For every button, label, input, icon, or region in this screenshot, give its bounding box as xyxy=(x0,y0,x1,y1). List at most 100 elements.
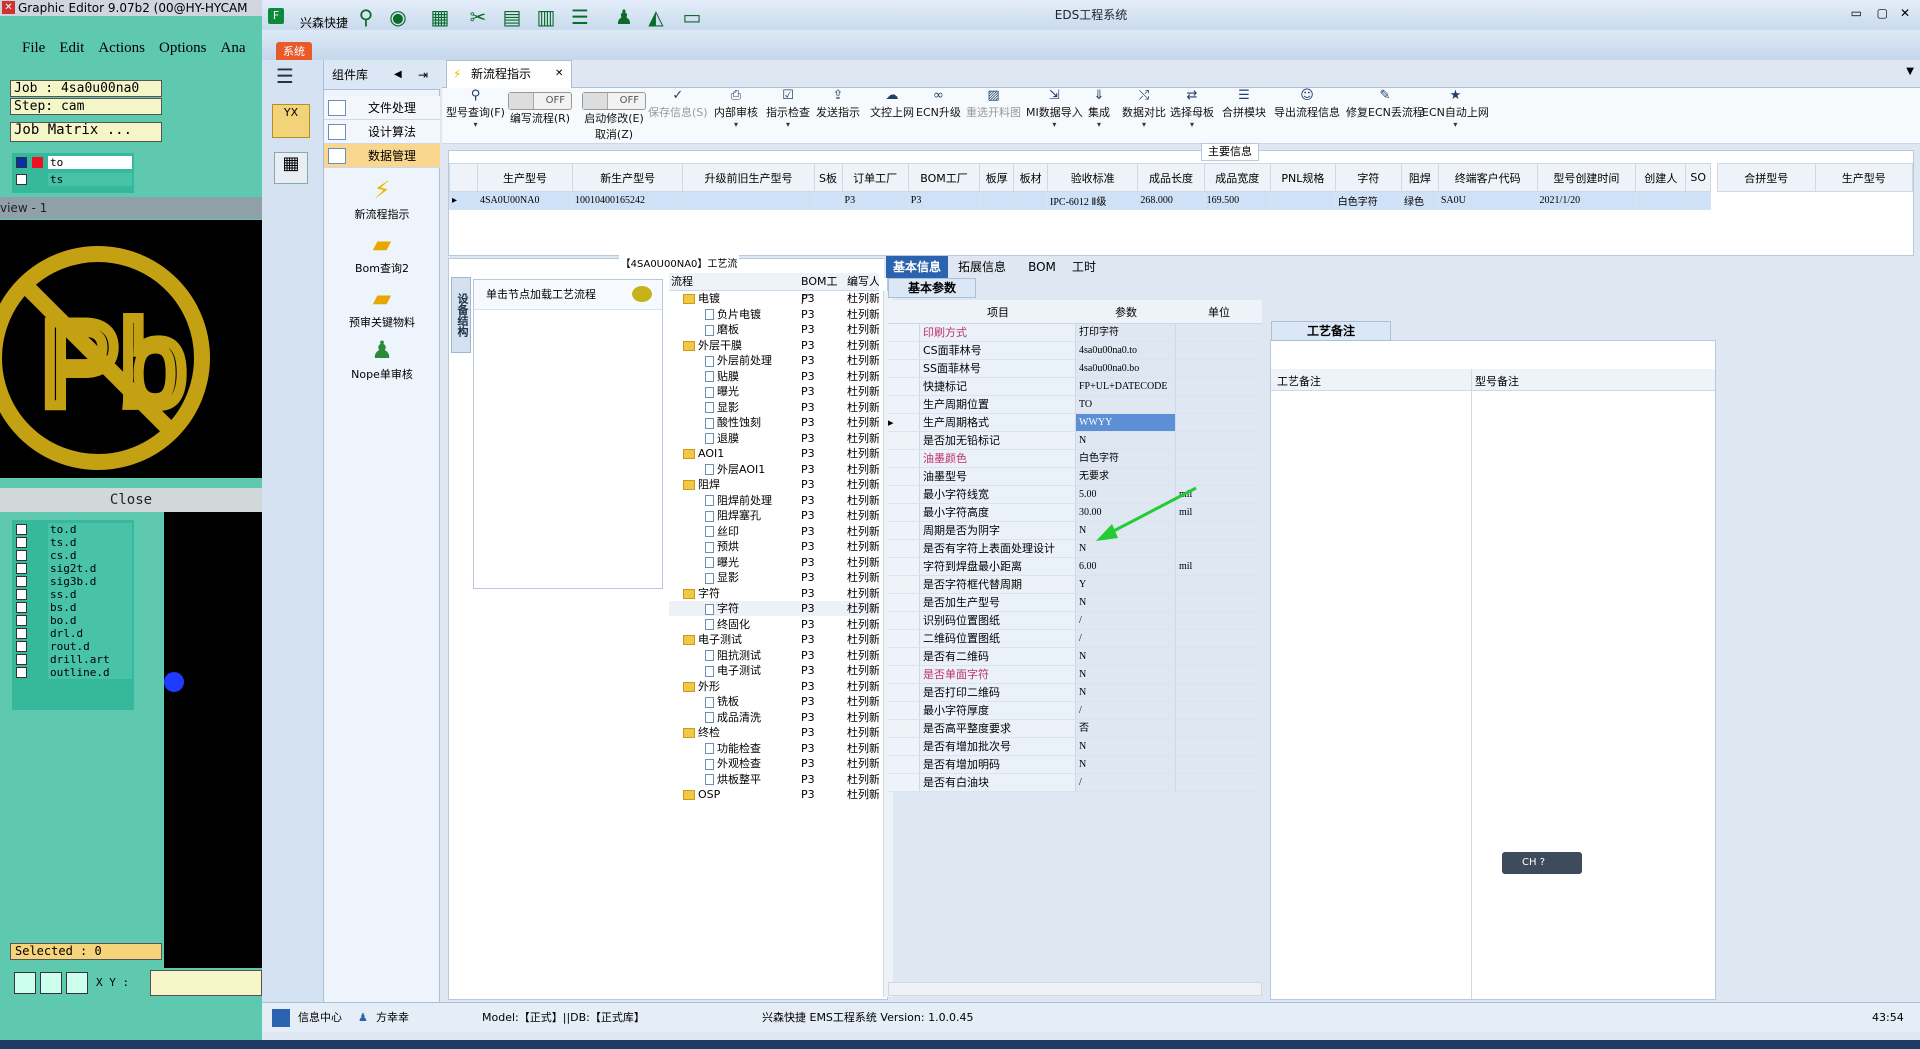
tree-row[interactable]: 电子测试P3杜列新已编 xyxy=(669,632,879,647)
param-value[interactable]: N xyxy=(1076,738,1176,756)
param-row[interactable]: 是否有增加明码 N xyxy=(888,756,1262,774)
ribbon-button[interactable]: ☁ 文控上网 xyxy=(870,88,914,120)
param-value[interactable]: / xyxy=(1076,612,1176,630)
tree-row[interactable]: 终固化P3杜列新方幸幸已上 xyxy=(669,617,879,632)
param-value[interactable]: / xyxy=(1076,774,1176,792)
param-value[interactable]: / xyxy=(1076,630,1176,648)
param-value[interactable]: 4sa0u00na0.bo xyxy=(1076,360,1176,378)
param-value[interactable]: N xyxy=(1076,594,1176,612)
tree-row[interactable]: 显影P3杜列新方幸幸已上 xyxy=(669,570,879,585)
maximize-icon[interactable]: ▢ xyxy=(1877,6,1888,20)
param-row[interactable]: 识别码位置图纸 / xyxy=(888,612,1262,630)
tree-row[interactable]: 负片电镀P3杜列新方幸幸已上 xyxy=(669,307,879,322)
tree-row[interactable]: 阻抗测试P3杜列新方幸幸已上 xyxy=(669,648,879,663)
pin-icon[interactable]: ⇥ xyxy=(418,60,428,90)
param-row[interactable]: 是否字符框代替周期 Y xyxy=(888,576,1262,594)
node-load-box[interactable]: 单击节点加载工艺流程 xyxy=(473,279,663,589)
zoom-tool-icon[interactable] xyxy=(14,972,36,994)
close-icon[interactable]: ✕ xyxy=(1900,6,1910,20)
param-value[interactable]: N xyxy=(1076,432,1176,450)
ge-menu-analysis[interactable]: Ana xyxy=(221,34,246,62)
param-value[interactable]: 否 xyxy=(1076,720,1176,738)
minimize-icon[interactable]: ▭ xyxy=(1851,6,1862,20)
param-row[interactable]: 最小字符厚度 / xyxy=(888,702,1262,720)
tree-row[interactable]: 阻焊前处理P3杜列新方幸幸已上 xyxy=(669,493,879,508)
param-value[interactable]: WWYY xyxy=(1076,414,1176,432)
param-row[interactable]: 是否高平整度要求否 xyxy=(888,720,1262,738)
param-value[interactable]: N xyxy=(1076,684,1176,702)
tab-new-flow[interactable]: ⚡ 新流程指示 ✕ xyxy=(446,60,572,88)
param-row[interactable]: 是否有字符上表面处理设计 N xyxy=(888,540,1262,558)
tree-row[interactable]: 显影P3杜列新方幸幸已上 xyxy=(669,400,879,415)
param-horizontal-scrollbar[interactable] xyxy=(888,982,1262,996)
basic-tab[interactable]: BOM xyxy=(1024,256,1060,278)
param-row[interactable]: SS面菲林号 4sa0u00na0.bo xyxy=(888,360,1262,378)
checkbox[interactable] xyxy=(16,615,27,626)
checkbox[interactable] xyxy=(16,563,27,574)
checkbox[interactable] xyxy=(16,576,27,587)
ribbon-button[interactable]: ∞ ECN升级 xyxy=(916,88,961,120)
param-row[interactable]: 油墨颜色 白色字符 xyxy=(888,450,1262,468)
param-row[interactable]: 最小字符高度 30.00 mil xyxy=(888,504,1262,522)
calculator-icon[interactable]: ▦ xyxy=(274,152,308,184)
param-value[interactable]: / xyxy=(1076,702,1176,720)
ribbon-button[interactable]: ✎ 修复ECN丢流程 xyxy=(1346,88,1424,120)
param-row[interactable]: 是否加生产型号 N xyxy=(888,594,1262,612)
checkbox[interactable] xyxy=(16,589,27,600)
tree-row[interactable]: 铣板P3杜列新已编 xyxy=(669,694,879,709)
module-design-algorithm[interactable]: 设计算法 xyxy=(324,120,440,144)
ribbon-button[interactable]: ⤭ 数据对比 ▾ xyxy=(1122,88,1166,130)
basic-tab[interactable]: 基本信息 xyxy=(886,256,948,278)
module-new-flow[interactable]: ⚡ 新流程指示 xyxy=(324,176,440,222)
param-row[interactable]: 最小字符线宽5.00mil xyxy=(888,486,1262,504)
ribbon-button[interactable]: ☰ 合拼模块 xyxy=(1222,88,1266,120)
param-row[interactable]: 周期是否为阴字 N xyxy=(888,522,1262,540)
factory-icon[interactable]: YX xyxy=(272,104,310,138)
param-value[interactable]: 4sa0u00na0.to xyxy=(1076,342,1176,360)
module-pre-review[interactable]: ▰ 预审关键物料 xyxy=(324,284,440,330)
tree-row[interactable]: 阻焊塞孔P3杜列新方幸幸已上 xyxy=(669,508,879,523)
tree-row[interactable]: 外形P3杜列新已编 xyxy=(669,679,879,694)
ge-job-matrix-button[interactable]: Job Matrix ... xyxy=(10,122,162,142)
tree-row[interactable]: 字符P3杜列新方幸幸已上 xyxy=(669,601,879,616)
param-row[interactable]: 是否有增加批次号 N xyxy=(888,738,1262,756)
param-row[interactable]: 是否有二维码 N xyxy=(888,648,1262,666)
ribbon-button[interactable]: ⇓ 集成 ▾ xyxy=(1088,88,1110,130)
tree-row[interactable]: 外层干膜P3杜列新方幸幸已上 xyxy=(669,338,879,353)
module-file-processing[interactable]: 文件处理 xyxy=(324,96,440,120)
ge-preview-close-button[interactable]: Close xyxy=(0,488,262,512)
param-row[interactable]: 油墨型号 无要求 xyxy=(888,468,1262,486)
tree-row[interactable]: OSPP3杜列新方幸幸已上 xyxy=(669,787,879,802)
ribbon-button[interactable]: ⚲ 型号查询(F) ▾ xyxy=(446,88,505,130)
module-data-management[interactable]: 数据管理 xyxy=(324,144,440,168)
ge-layer-row[interactable]: outline.d xyxy=(12,665,134,680)
hamburger-icon[interactable]: ☰ xyxy=(276,64,294,88)
ribbon-button[interactable]: OFF 启动修改(E) 取消(Z) xyxy=(582,88,646,142)
ribbon-button[interactable]: ☑ 指示检查 ▾ xyxy=(766,88,810,130)
checkbox[interactable] xyxy=(16,641,27,652)
tree-row[interactable]: AOI1P3杜列新方幸幸已上 xyxy=(669,446,879,461)
param-row[interactable]: 印刷方式 打印字符 xyxy=(888,324,1262,342)
ge-close-icon[interactable]: ✕ xyxy=(2,1,15,14)
tree-row[interactable]: 酸性蚀刻P3杜列新方幸幸已上 xyxy=(669,415,879,430)
checkbox[interactable] xyxy=(16,537,27,548)
checkbox[interactable] xyxy=(16,550,27,561)
tree-row[interactable]: 功能检查P3杜列新方幸幸已上 xyxy=(669,741,879,756)
tree-row[interactable]: 外层前处理P3杜列新方幸幸已上 xyxy=(669,353,879,368)
param-value[interactable]: N xyxy=(1076,648,1176,666)
module-nope-review[interactable]: ♟ Nope单审核 xyxy=(324,336,440,382)
checkbox[interactable] xyxy=(16,628,27,639)
ge-menu-file[interactable]: File xyxy=(22,34,45,62)
param-value[interactable]: TO xyxy=(1076,396,1176,414)
checkbox[interactable] xyxy=(16,667,27,678)
module-bom-query[interactable]: ▰ Bom查询2 xyxy=(324,230,440,276)
tree-row[interactable]: 外层AOI1P3杜列新方幸幸已上 xyxy=(669,462,879,477)
info-center[interactable]: 信息中心 xyxy=(298,1003,342,1033)
tree-row[interactable]: 贴膜P3杜列新方幸幸已上 xyxy=(669,369,879,384)
tree-row[interactable]: 预烘P3杜列新方幸幸已上 xyxy=(669,539,879,554)
ge-layer-row[interactable]: to xyxy=(12,155,134,170)
tree-row[interactable]: 曝光P3杜列新方幸幸已上 xyxy=(669,555,879,570)
param-value[interactable]: Y xyxy=(1076,576,1176,594)
param-row[interactable]: 生产周期位置 TO xyxy=(888,396,1262,414)
ribbon-button[interactable]: ☺ 导出流程信息 xyxy=(1274,88,1340,120)
